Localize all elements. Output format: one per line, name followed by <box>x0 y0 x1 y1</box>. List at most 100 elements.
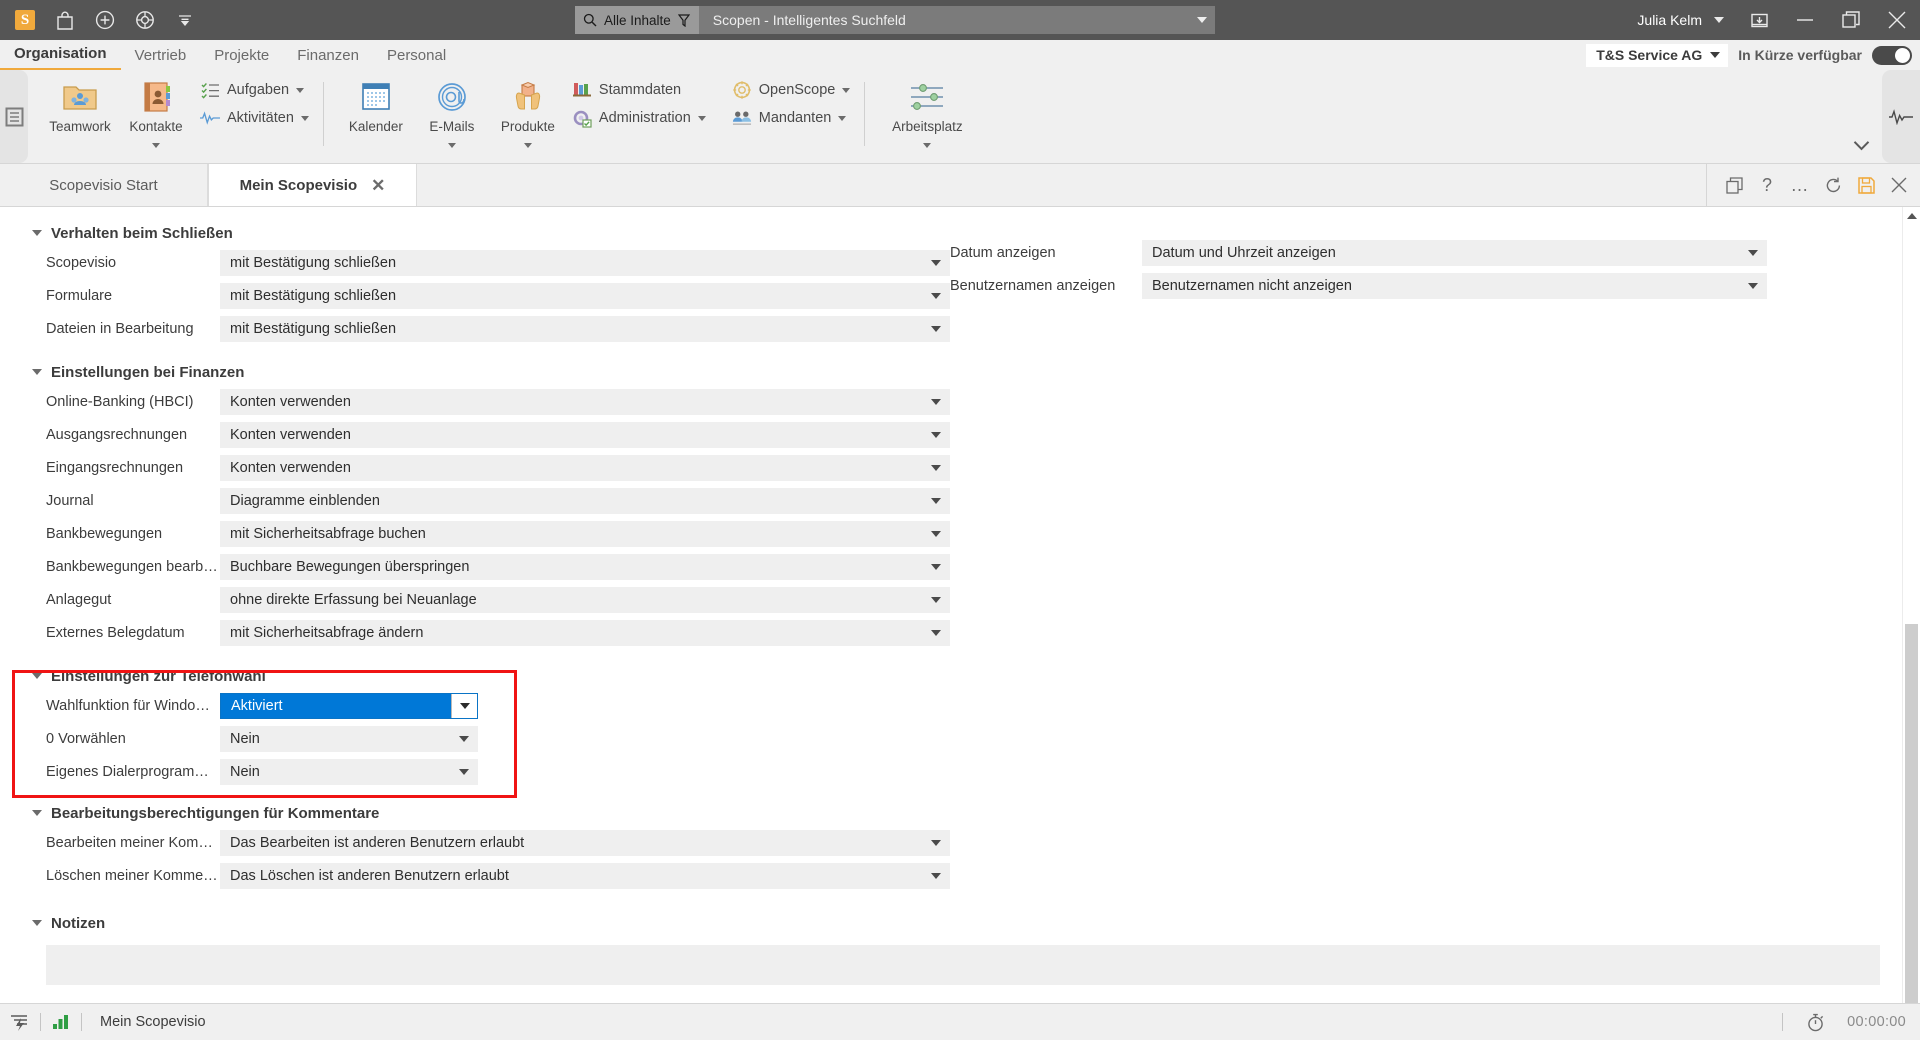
search-dropdown-icon[interactable] <box>1197 17 1207 23</box>
scrollbar-thumb[interactable] <box>1905 624 1918 1003</box>
dropdown-arrow-button[interactable] <box>451 693 477 718</box>
user-menu[interactable]: Julia Kelm <box>1625 0 1736 40</box>
close-icon[interactable] <box>1884 170 1914 200</box>
scroll-up-button[interactable] <box>1903 207 1920 224</box>
setting-dropdown-wahlfunktion-windows-tapi[interactable]: Aktiviert <box>220 692 478 719</box>
setting-dropdown-formulare[interactable]: mit Bestätigung schließen <box>220 282 950 309</box>
setting-dropdown-0-vorwaehlen[interactable]: Nein <box>220 725 478 752</box>
setting-dropdown-datum-anzeigen[interactable]: Datum und Uhrzeit anzeigen <box>1142 239 1767 266</box>
global-search[interactable]: Alle Inhalte Scopen - Intelligentes Such… <box>575 6 1215 34</box>
main-menu-bar: Organisation Vertrieb Projekte Finanzen … <box>0 40 1920 70</box>
logo-letter: S <box>15 10 35 30</box>
ribbon-button-kalender[interactable]: Kalender <box>338 70 414 134</box>
search-scope-selector[interactable]: Alle Inhalte <box>575 6 699 34</box>
ribbon-button-arbeitsplatz[interactable]: Arbeitsplatz <box>879 70 975 151</box>
setting-dropdown-bearbeiten-kommentare[interactable]: Das Bearbeiten ist anderen Benutzern erl… <box>220 829 950 856</box>
ribbon-button-teamwork[interactable]: Teamwork <box>42 70 118 134</box>
chevron-down-icon[interactable] <box>300 115 309 121</box>
ribbon-collapse-button[interactable] <box>1840 70 1882 163</box>
tab-scopevisio-start[interactable]: Scopevisio Start <box>0 164 208 206</box>
notes-textarea[interactable] <box>46 945 1880 985</box>
ribbon-button-produkte[interactable]: Produkte <box>490 70 566 151</box>
coming-soon-toggle[interactable] <box>1872 45 1912 65</box>
chevron-down-icon[interactable] <box>447 143 456 148</box>
setting-dropdown-externes-belegdatum[interactable]: mit Sicherheitsabfrage ändern <box>220 619 950 646</box>
menu-item-personal[interactable]: Personal <box>373 41 460 70</box>
setting-dropdown-bankbewegungen[interactable]: mit Sicherheitsabfrage buchen <box>220 520 950 547</box>
section-header-bearbeitungsberechtigungen[interactable]: Bearbeitungsberechtigungen für Kommentar… <box>32 797 950 829</box>
setting-label: Ausgangsrechnungen <box>46 426 188 443</box>
chevron-down-icon[interactable] <box>166 1 204 39</box>
setting-label: Online-Banking (HBCI) <box>46 393 194 410</box>
chevron-down-icon[interactable] <box>842 87 851 93</box>
menu-item-projekte[interactable]: Projekte <box>200 41 283 70</box>
refresh-icon[interactable] <box>1818 170 1848 200</box>
setting-dropdown-scopevisio[interactable]: mit Bestätigung schließen <box>220 249 950 276</box>
menu-item-vertrieb[interactable]: Vertrieb <box>121 41 201 70</box>
ribbon-button-openscope[interactable]: OpenScope <box>732 80 851 100</box>
setting-dropdown-online-banking[interactable]: Konten verwenden <box>220 388 950 415</box>
setting-dropdown-bankbewegungen-bearbeiten[interactable]: Buchbare Bewegungen überspringen <box>220 553 950 580</box>
setting-dropdown-ausgangsrechnungen[interactable]: Konten verwenden <box>220 421 950 448</box>
shop-icon[interactable] <box>46 1 84 39</box>
help-icon[interactable]: ? <box>1752 170 1782 200</box>
setting-dropdown-loeschen-kommentare[interactable]: Das Löschen ist anderen Benutzern erlaub… <box>220 862 950 889</box>
section-header-notizen[interactable]: Notizen <box>32 907 950 939</box>
setting-label: Benutzernamen anzeigen <box>950 277 1116 294</box>
filter-flash-icon[interactable] <box>0 1013 40 1032</box>
chevron-down-icon[interactable] <box>838 115 847 121</box>
ribbon-button-mandanten[interactable]: Mandanten <box>732 108 851 128</box>
setting-value: Diagramme einblenden <box>230 492 380 509</box>
maximize-icon[interactable] <box>1828 0 1874 40</box>
setting-label: Löschen meiner Kommentare <box>46 867 220 884</box>
search-input[interactable]: Scopen - Intelligentes Suchfeld <box>699 6 1215 34</box>
minimize-icon[interactable] <box>1782 0 1828 40</box>
more-icon[interactable]: … <box>1785 170 1815 200</box>
ribbon-button-aufgaben[interactable]: Aufgaben <box>200 80 309 100</box>
chevron-down-icon[interactable] <box>523 143 532 148</box>
scopevisio-logo-icon[interactable]: S <box>6 1 44 39</box>
menu-item-organisation[interactable]: Organisation <box>0 39 121 70</box>
setting-dropdown-benutzernamen-anzeigen[interactable]: Benutzernamen nicht anzeigen <box>1142 272 1767 299</box>
setting-row: Bearbeiten meiner Kommentare Das Bearbei… <box>30 829 950 856</box>
lifebuoy-icon[interactable] <box>126 1 164 39</box>
chevron-down-icon <box>931 596 941 603</box>
ribbon-button-kontakte[interactable]: Kontakte <box>118 70 194 151</box>
chevron-down-icon[interactable] <box>152 143 160 148</box>
setting-dropdown-anlagegut[interactable]: ohne direkte Erfassung bei Neuanlage <box>220 586 950 613</box>
bar-chart-icon[interactable] <box>41 1014 81 1030</box>
section-header-einstellungen-bei-finanzen[interactable]: Einstellungen bei Finanzen <box>32 356 950 388</box>
section-header-verhalten-beim-schliessen[interactable]: Verhalten beim Schließen <box>32 217 950 249</box>
menu-item-finanzen[interactable]: Finanzen <box>283 41 373 70</box>
collapse-triangle-icon <box>32 810 42 816</box>
tab-mein-scopevisio[interactable]: Mein Scopevisio ✕ <box>208 164 417 206</box>
ribbon-menu-handle[interactable] <box>0 70 28 163</box>
chevron-down-icon[interactable] <box>923 143 932 148</box>
status-separator <box>1782 1013 1784 1031</box>
save-icon[interactable] <box>1851 170 1881 200</box>
ribbon-button-emails[interactable]: E-Mails <box>414 70 490 151</box>
setting-dropdown-eigenes-dialerprogramm[interactable]: Nein <box>220 758 478 785</box>
activity-sidebar-button[interactable] <box>1882 70 1920 163</box>
duplicate-icon[interactable] <box>1719 170 1749 200</box>
chevron-down-icon[interactable] <box>296 87 305 93</box>
ribbon-button-stammdaten[interactable]: Stammdaten <box>572 80 706 100</box>
section-header-einstellungen-zur-telefonwahl[interactable]: Einstellungen zur Telefonwahl <box>32 660 950 692</box>
setting-dropdown-dateien-in-bearbeitung[interactable]: mit Bestätigung schließen <box>220 315 950 342</box>
stopwatch-icon[interactable] <box>1795 1013 1835 1032</box>
chevron-down-icon <box>931 497 941 504</box>
restore-down-icon[interactable] <box>1736 0 1782 40</box>
company-selector[interactable]: T&S Service AG <box>1586 43 1729 67</box>
setting-dropdown-journal[interactable]: Diagramme einblenden <box>220 487 950 514</box>
tab-close-icon[interactable]: ✕ <box>371 177 385 194</box>
chevron-down-icon[interactable] <box>697 115 706 121</box>
setting-dropdown-eingangsrechnungen[interactable]: Konten verwenden <box>220 454 950 481</box>
ribbon-button-label: Aktivitäten <box>227 110 294 126</box>
close-icon[interactable] <box>1874 0 1920 40</box>
ribbon-button-administration[interactable]: Administration <box>572 108 706 128</box>
plus-circle-icon[interactable] <box>86 1 124 39</box>
vertical-scrollbar[interactable] <box>1902 207 1920 1003</box>
ribbon-button-aktivitaeten[interactable]: Aktivitäten <box>200 108 309 128</box>
scrollbar-track[interactable] <box>1903 224 1920 1003</box>
collapse-triangle-icon <box>32 369 42 375</box>
